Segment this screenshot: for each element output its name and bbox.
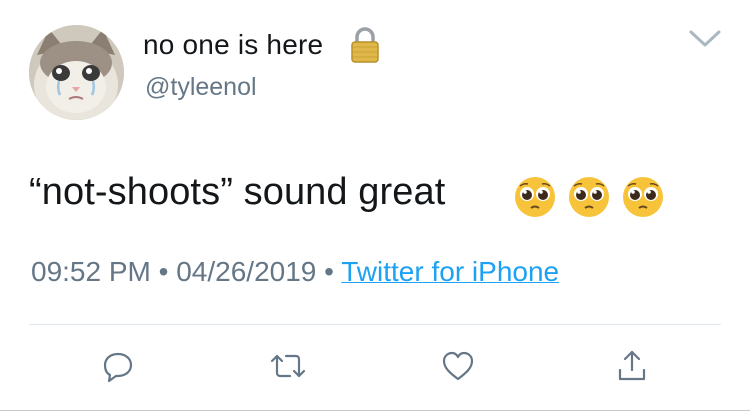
user-handle[interactable]: @tyleenol	[145, 73, 257, 102]
pleading-face-icon	[567, 175, 611, 219]
display-name[interactable]: no one is here	[143, 29, 323, 61]
tweet-source-link[interactable]: Twitter for iPhone	[341, 256, 559, 287]
tweet-time: 09:52 PM	[31, 256, 151, 287]
like-button[interactable]	[440, 348, 476, 384]
lock-icon	[351, 27, 379, 63]
pleading-face-icon	[513, 175, 557, 219]
reply-icon	[103, 352, 133, 383]
reply-button[interactable]	[100, 348, 136, 384]
emoji-group	[513, 175, 675, 219]
crying-cat-avatar-icon	[29, 25, 124, 120]
avatar[interactable]	[29, 25, 124, 120]
retweet-button[interactable]	[268, 348, 308, 384]
meta-separator: •	[316, 256, 342, 287]
meta-separator: •	[150, 256, 177, 287]
like-icon	[442, 351, 474, 381]
bottom-border	[0, 410, 750, 411]
chevron-down-icon[interactable]	[688, 29, 722, 49]
tweet-card: no one is here @tyleenol “not-shoots” so…	[0, 0, 750, 415]
tweet-date: 04/26/2019	[176, 256, 317, 287]
tweet-text: “not-shoots” sound great	[29, 171, 446, 213]
share-icon	[618, 350, 646, 381]
share-button[interactable]	[614, 348, 650, 384]
tweet-meta: 09:52 PM • 04/26/2019 • Twitter for iPho…	[31, 256, 559, 288]
pleading-face-icon	[621, 175, 665, 219]
divider	[29, 324, 721, 325]
retweet-icon	[270, 354, 306, 378]
